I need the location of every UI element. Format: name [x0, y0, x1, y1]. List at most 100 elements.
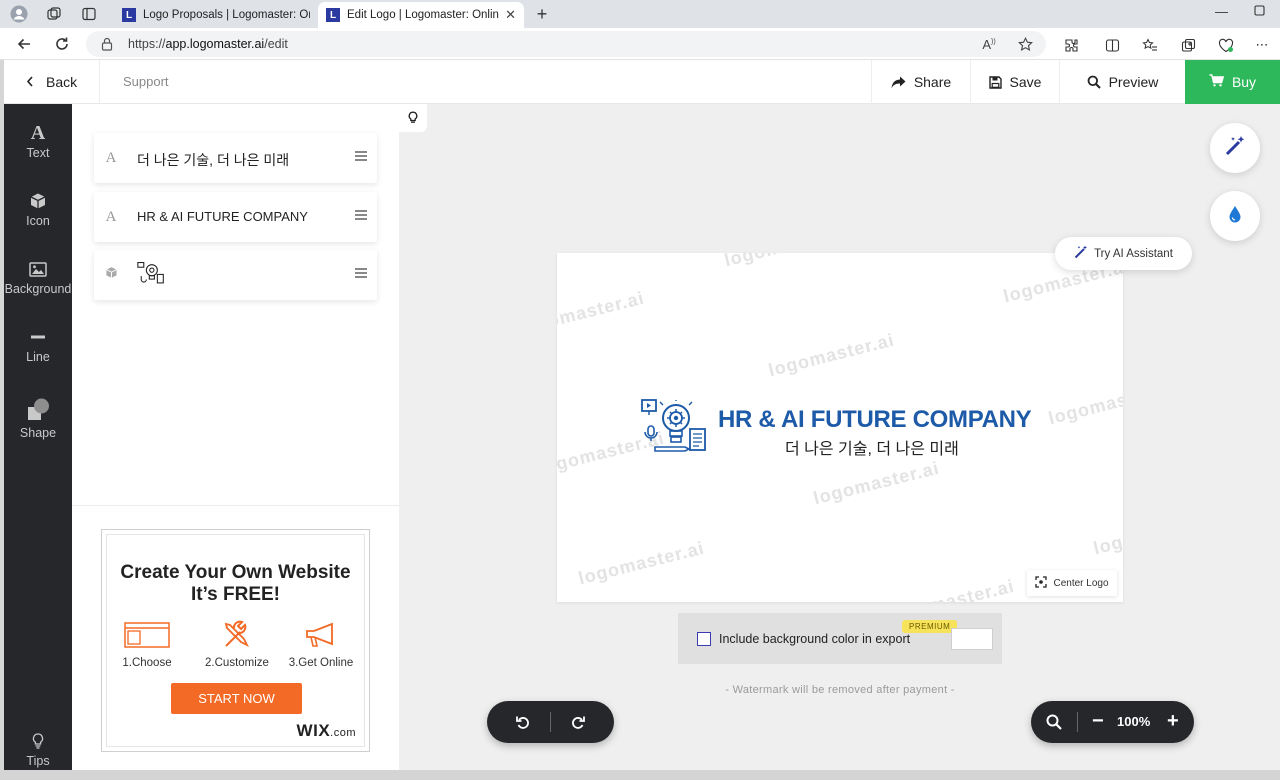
favorites-list-icon[interactable] [1141, 36, 1159, 54]
center-logo-label: Center Logo [1053, 577, 1109, 589]
new-tab-icon[interactable]: + [533, 4, 551, 24]
ad-headline: Create Your Own Website It’s FREE! [107, 562, 364, 606]
browser-window-icon [107, 619, 187, 651]
extensions-icon[interactable] [1062, 36, 1080, 54]
color-palette-button[interactable] [1210, 191, 1260, 241]
tab-logo-proposals[interactable]: L Logo Proposals | Logomaster: Online [114, 2, 318, 28]
include-bg-label[interactable]: Include background color in export [719, 632, 910, 646]
magic-wand-icon [1074, 245, 1088, 262]
watermark: logomaster.ai [1046, 377, 1123, 429]
support-link[interactable]: Support [123, 74, 169, 89]
ad-start-now-button[interactable]: START NOW [171, 683, 302, 714]
back-arrow-icon[interactable] [14, 34, 34, 54]
bg-color-swatch[interactable] [951, 628, 993, 650]
logo-title-text[interactable]: HR & AI FUTURE COMPANY [718, 406, 1032, 434]
layer-item[interactable] [94, 250, 377, 300]
megaphone-icon [281, 619, 361, 651]
watermark: logomaster.ai [766, 329, 897, 381]
workspaces-icon[interactable] [45, 5, 63, 23]
drag-handle-icon[interactable] [355, 210, 367, 222]
lock-icon[interactable] [100, 36, 114, 52]
split-screen-icon[interactable] [1103, 36, 1121, 54]
close-tab-icon[interactable]: ✕ [505, 7, 516, 23]
watermark: logomaster.ai [1091, 507, 1123, 559]
logo-artboard[interactable]: logomaster.ai logomaster.ai logomaster.a… [557, 253, 1123, 602]
premium-badge: PREMIUM [902, 620, 958, 633]
line-icon [4, 326, 72, 348]
ad-step: 3.Get Online [281, 619, 361, 669]
undo-icon[interactable] [513, 712, 533, 732]
buy-button[interactable]: Buy [1185, 60, 1280, 104]
drag-handle-icon[interactable] [355, 151, 367, 163]
redo-icon[interactable] [568, 712, 588, 732]
preview-button[interactable]: Preview [1059, 60, 1185, 104]
tool-text[interactable]: A Text [4, 122, 72, 161]
preview-label: Preview [1108, 74, 1159, 90]
buy-label: Buy [1231, 74, 1257, 90]
url-field[interactable]: https://app.logomaster.ai/edit A)) [86, 31, 1046, 57]
collections-icon[interactable] [1179, 36, 1197, 54]
favorite-star-icon[interactable] [1016, 36, 1034, 55]
wix-logo: WIX.com [296, 721, 356, 740]
text-layer-icon: A [105, 150, 117, 166]
tool-background[interactable]: Background [4, 258, 72, 296]
tool-sidebar: A Text Icon Background Line Shape Tips [4, 104, 72, 780]
layer-item[interactable]: A 더 나은 기술, 더 나은 미래 [94, 133, 377, 183]
zoom-controls: − 100% + [1031, 701, 1194, 743]
tab-title: Edit Logo | Logomaster: Online L [347, 9, 500, 21]
ad-headline-line2: It’s FREE! [190, 584, 281, 605]
divider [1077, 712, 1078, 732]
magic-wand-icon [1224, 135, 1246, 162]
drag-handle-icon[interactable] [355, 268, 367, 280]
ad-step-label: 2.Customize [205, 657, 269, 669]
try-ai-assistant-button[interactable]: Try AI Assistant [1055, 237, 1192, 270]
magnifier-icon[interactable] [1044, 712, 1064, 732]
wix-ad-banner[interactable]: Create Your Own Website It’s FREE! 1.Cho… [101, 529, 370, 752]
tool-tips[interactable]: Tips [4, 730, 72, 768]
browser-essentials-icon[interactable] [1217, 36, 1235, 54]
maximize-icon[interactable] [1254, 4, 1265, 19]
tool-label: Tips [26, 754, 50, 768]
panel-divider [72, 505, 399, 506]
zoom-out-button[interactable]: − [1092, 710, 1104, 732]
lightbulb-icon [4, 730, 72, 752]
ai-assistant-label: Try AI Assistant [1094, 247, 1173, 260]
ad-step: 2.Customize [197, 619, 277, 669]
share-label: Share [913, 74, 952, 90]
watermark: logomaster.ai [886, 575, 1017, 602]
refresh-icon[interactable] [52, 34, 72, 54]
ai-magic-button[interactable] [1210, 123, 1260, 173]
center-logo-button[interactable]: Center Logo [1027, 570, 1117, 596]
zoom-level: 100% [1117, 714, 1151, 729]
layer-label: 더 나은 기술, 더 나은 미래 [137, 152, 290, 168]
zoom-in-button[interactable]: + [1167, 710, 1179, 732]
ad-headline-line1: Create Your Own Website [120, 562, 351, 583]
save-label: Save [1009, 74, 1042, 90]
back-button[interactable]: Back [4, 60, 100, 104]
tool-label: Background [4, 282, 72, 296]
export-options: Include background color in export PREMI… [678, 613, 1002, 664]
read-aloud-icon[interactable]: A)) [980, 37, 998, 52]
back-label: Back [46, 74, 78, 90]
watermark: logomaster.ai [576, 537, 707, 589]
hint-lightbulb-icon[interactable] [399, 104, 427, 132]
chevron-left-icon [26, 75, 34, 90]
tool-shape[interactable]: Shape [4, 394, 72, 440]
layer-item[interactable]: A HR & AI FUTURE COMPANY [94, 192, 377, 242]
url-text: https://app.logomaster.ai/edit [128, 37, 288, 51]
minimize-icon[interactable]: — [1215, 4, 1228, 19]
logomaster-favicon-icon: L [122, 8, 136, 22]
save-button[interactable]: Save [970, 60, 1059, 104]
share-button[interactable]: Share [871, 60, 970, 104]
more-menu-icon[interactable]: ⋯ [1253, 36, 1271, 54]
ad-frame: Create Your Own Website It’s FREE! 1.Cho… [106, 534, 365, 747]
water-drop-icon [1228, 205, 1242, 228]
tools-icon [197, 619, 277, 651]
tool-icon[interactable]: Icon [4, 190, 72, 228]
tab-edit-logo[interactable]: L Edit Logo | Logomaster: Online L ✕ [318, 2, 524, 28]
tab-actions-icon[interactable] [80, 5, 98, 23]
profile-icon[interactable] [10, 5, 28, 23]
include-bg-checkbox[interactable] [697, 632, 711, 646]
tool-line[interactable]: Line [4, 326, 72, 364]
logo-subtitle-text[interactable]: 더 나은 기술, 더 나은 미래 [785, 435, 959, 459]
